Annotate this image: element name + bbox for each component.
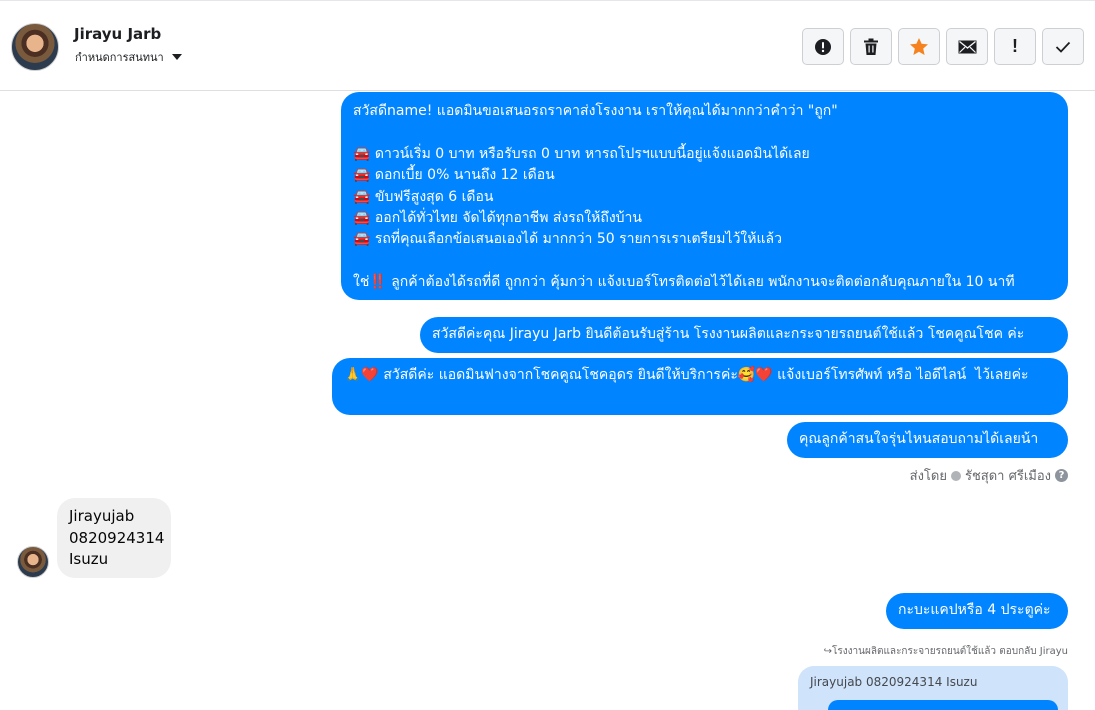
sent-by-name[interactable]: รัชสุดา ศรีเมือง: [965, 465, 1051, 486]
outgoing-message-greeting[interactable]: 🙏❤️ สวัสดีค่ะ แอดมินฟางจากโชคคูณโชคอุดร …: [332, 358, 1068, 415]
outgoing-message-welcome[interactable]: สวัสดีค่ะคุณ Jirayu Jarb ยินดีต้อนรับสู่…: [420, 317, 1068, 353]
exclamation-icon: !: [1012, 36, 1018, 56]
outgoing-message-cab-type[interactable]: กะบะแคปหรือ 4 ประตูค่ะ: [886, 593, 1068, 629]
important-button[interactable]: !: [994, 28, 1036, 65]
reply-bubble-peek: [828, 700, 1058, 710]
outgoing-message-promo[interactable]: สวัสดีname! แอดมินขอเสนอรถราคาส่งโรงงาน …: [341, 92, 1068, 300]
alert-circle-icon: [815, 38, 831, 55]
star-button[interactable]: [898, 28, 940, 65]
done-button[interactable]: [1042, 28, 1084, 65]
outgoing-message-ask-model[interactable]: คุณลูกค้าสนใจรุ่นไหนสอบถามได้เลยน้า: [787, 422, 1068, 458]
star-icon: [910, 38, 928, 55]
replied-message-quote[interactable]: Jirayujab 0820924314 Isuzu: [798, 666, 1068, 710]
incoming-message[interactable]: Jirayujab 0820924314 Isuzu: [57, 498, 171, 578]
sent-by-prefix: ส่งโดย: [909, 469, 947, 484]
conversation-schedule-label: กำหนดการสนทนา: [75, 51, 164, 64]
toolbar: !: [802, 28, 1084, 65]
conversation-schedule-dropdown[interactable]: กำหนดการสนทนา: [75, 48, 182, 66]
mark-unread-button[interactable]: [946, 28, 988, 65]
verified-icon: [950, 470, 961, 481]
replied-message-text: Jirayujab 0820924314 Isuzu: [810, 675, 978, 689]
contact-avatar[interactable]: [11, 23, 59, 71]
trash-icon: [864, 38, 878, 55]
sender-avatar[interactable]: [17, 546, 49, 578]
sent-by-info: ส่งโดย รัชสุดา ศรีเมือง ?: [910, 465, 1068, 486]
check-icon: [1055, 41, 1071, 53]
delete-button[interactable]: [850, 28, 892, 65]
caret-down-icon: [171, 54, 182, 60]
report-button[interactable]: [802, 28, 844, 65]
help-icon[interactable]: ?: [1055, 469, 1068, 482]
reply-note: ↪โรงงานผลิตและกระจายรถยนต์ใช้แล้ว ตอบกลั…: [823, 646, 1068, 657]
conversation-header: Jirayu Jarb กำหนดการสนทนา !: [0, 0, 1095, 91]
contact-name[interactable]: Jirayu Jarb: [74, 25, 161, 43]
envelope-icon: [958, 40, 976, 53]
